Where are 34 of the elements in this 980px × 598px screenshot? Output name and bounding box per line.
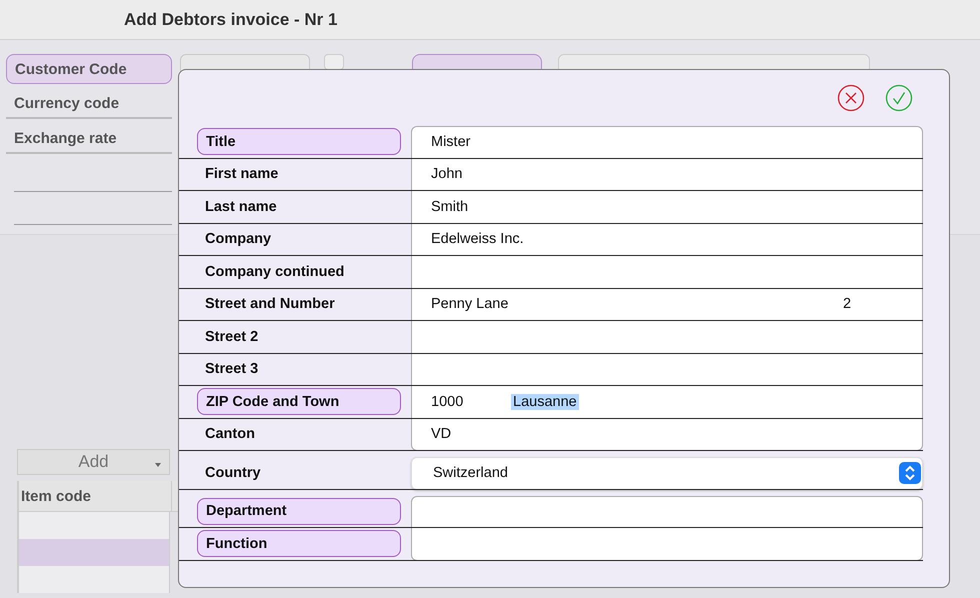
field-label: Last name bbox=[204, 198, 278, 217]
column-header[interactable]: Item code bbox=[19, 481, 172, 511]
field-label: First name bbox=[204, 165, 280, 184]
field-label: Customer Code bbox=[6, 54, 172, 84]
caret-icon bbox=[155, 463, 161, 467]
field-label: Street 2 bbox=[204, 328, 260, 347]
input-field[interactable]: 2 bbox=[837, 288, 917, 320]
field-label: Canton bbox=[204, 425, 256, 444]
input-field[interactable]: 1000 bbox=[425, 386, 495, 417]
field-label: Currency code bbox=[6, 89, 172, 119]
field-label: Street and Number bbox=[204, 295, 336, 314]
field-label: ZIP Code and Town bbox=[197, 388, 401, 416]
checkbox[interactable] bbox=[324, 54, 344, 70]
field-label: Title bbox=[197, 128, 401, 156]
input-field[interactable]: Penny Lane bbox=[425, 288, 827, 320]
field-label: Department bbox=[197, 498, 401, 525]
input-field[interactable]: Mister bbox=[425, 126, 917, 157]
country-select[interactable] bbox=[411, 457, 923, 490]
input-field[interactable]: VD bbox=[425, 418, 917, 450]
window-title: Add Debtors invoice - Nr 1 bbox=[124, 10, 338, 30]
field-label: Street 3 bbox=[204, 360, 260, 380]
input-field[interactable]: Edelweiss Inc. bbox=[425, 224, 917, 254]
field-label: Company continued bbox=[204, 262, 346, 282]
select-value: Switzerland bbox=[432, 464, 509, 480]
field-label: Function bbox=[197, 530, 401, 558]
confirm-button[interactable] bbox=[885, 84, 913, 112]
town-field[interactable]: Lausanne bbox=[511, 394, 579, 410]
stepper-icon[interactable] bbox=[899, 462, 921, 484]
input-field[interactable]: Smith bbox=[425, 191, 917, 222]
field-label: Country bbox=[204, 464, 262, 483]
cancel-button[interactable] bbox=[837, 84, 865, 112]
field-label: Company bbox=[204, 230, 272, 250]
input-field[interactable]: John bbox=[425, 158, 917, 190]
field-label: Exchange rate bbox=[6, 124, 172, 154]
